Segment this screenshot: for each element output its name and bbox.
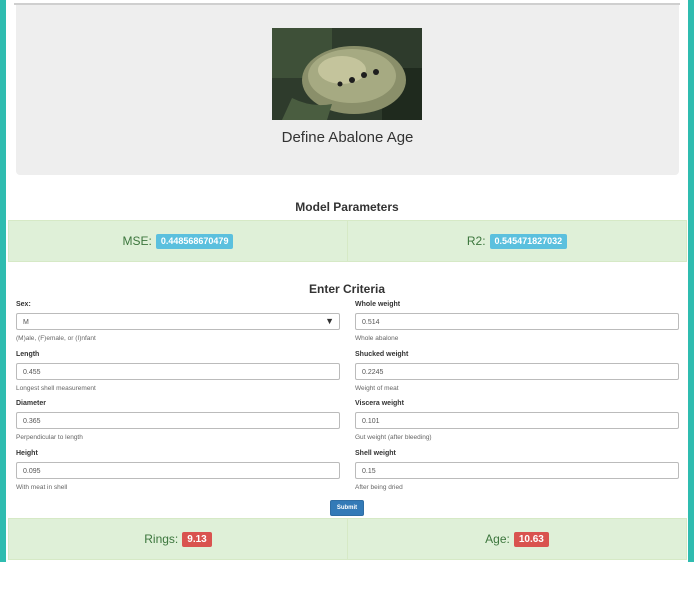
sex-label: Sex: <box>16 301 31 308</box>
shucked-weight-label: Shucked weight <box>355 351 409 358</box>
rings-label: Rings: <box>144 532 179 546</box>
viscera-weight-help: Gut weight (after bleeding) <box>355 434 432 441</box>
length-label: Length <box>16 351 40 358</box>
mse-panel: MSE: 0.448568670479 <box>8 220 348 262</box>
abalone-image <box>272 28 422 120</box>
diameter-help: Perpendicular to length <box>16 434 83 441</box>
hero-panel: Define Abalone Age <box>16 5 679 175</box>
shell-weight-help: After being dried <box>355 484 403 491</box>
viscera-weight-label: Viscera weight <box>355 400 404 407</box>
age-badge: 10.63 <box>513 531 549 547</box>
length-field: Length 0.455 Longest shell measurement <box>16 351 340 392</box>
whole-weight-help: Whole abalone <box>355 335 399 342</box>
shell-weight-field: Shell weight 0.15 After being dried <box>355 450 679 491</box>
whole-weight-field: Whole weight 0.514 Whole abalone <box>355 301 679 342</box>
model-parameters-heading: Model Parameters <box>295 200 399 214</box>
shucked-weight-input[interactable]: 0.2245 <box>355 363 679 380</box>
shucked-weight-help: Weight of meat <box>355 385 399 392</box>
sex-select[interactable]: M ▼ <box>16 313 340 330</box>
chevron-down-icon: ▼ <box>325 316 334 326</box>
diameter-field: Diameter 0.365 Perpendicular to length <box>16 400 340 441</box>
whole-weight-label: Whole weight <box>355 301 401 308</box>
sex-select-value: M <box>23 319 29 326</box>
r2-panel: R2: 0.545471827032 <box>347 220 687 262</box>
sex-help: (M)ale, (F)emale, or (I)nfant <box>16 335 96 342</box>
shell-weight-label: Shell weight <box>355 450 396 457</box>
page-title: Define Abalone Age <box>281 129 414 146</box>
height-label: Height <box>16 450 38 457</box>
viscera-weight-field: Viscera weight 0.101 Gut weight (after b… <box>355 400 679 441</box>
length-help: Longest shell measurement <box>16 385 96 392</box>
model-parameters-row: MSE: 0.448568670479 R2: 0.545471827032 <box>8 220 687 262</box>
shucked-weight-field: Shucked weight 0.2245 Weight of meat <box>355 351 679 392</box>
height-field: Height 0.095 With meat in shell <box>16 450 340 491</box>
rings-panel: Rings: 9.13 <box>8 518 348 560</box>
r2-label: R2: <box>466 234 486 248</box>
age-panel: Age: 10.63 <box>347 518 687 560</box>
height-help: With meat in shell <box>16 484 68 491</box>
enter-criteria-heading: Enter Criteria <box>308 282 386 296</box>
age-label: Age: <box>485 532 510 546</box>
height-input[interactable]: 0.095 <box>16 462 340 479</box>
diameter-input[interactable]: 0.365 <box>16 412 340 429</box>
viscera-weight-input[interactable]: 0.101 <box>355 412 679 429</box>
sex-field: Sex: M ▼ (M)ale, (F)emale, or (I)nfant <box>16 301 340 342</box>
results-row: Rings: 9.13 Age: 10.63 <box>8 518 687 560</box>
mse-label: MSE: <box>122 234 152 248</box>
submit-button[interactable]: Submit <box>330 500 364 516</box>
whole-weight-input[interactable]: 0.514 <box>355 313 679 330</box>
mse-badge: 0.448568670479 <box>155 233 234 249</box>
diameter-label: Diameter <box>16 400 46 407</box>
length-input[interactable]: 0.455 <box>16 363 340 380</box>
rings-badge: 9.13 <box>182 531 212 547</box>
r2-badge: 0.545471827032 <box>489 233 568 249</box>
shell-weight-input[interactable]: 0.15 <box>355 462 679 479</box>
